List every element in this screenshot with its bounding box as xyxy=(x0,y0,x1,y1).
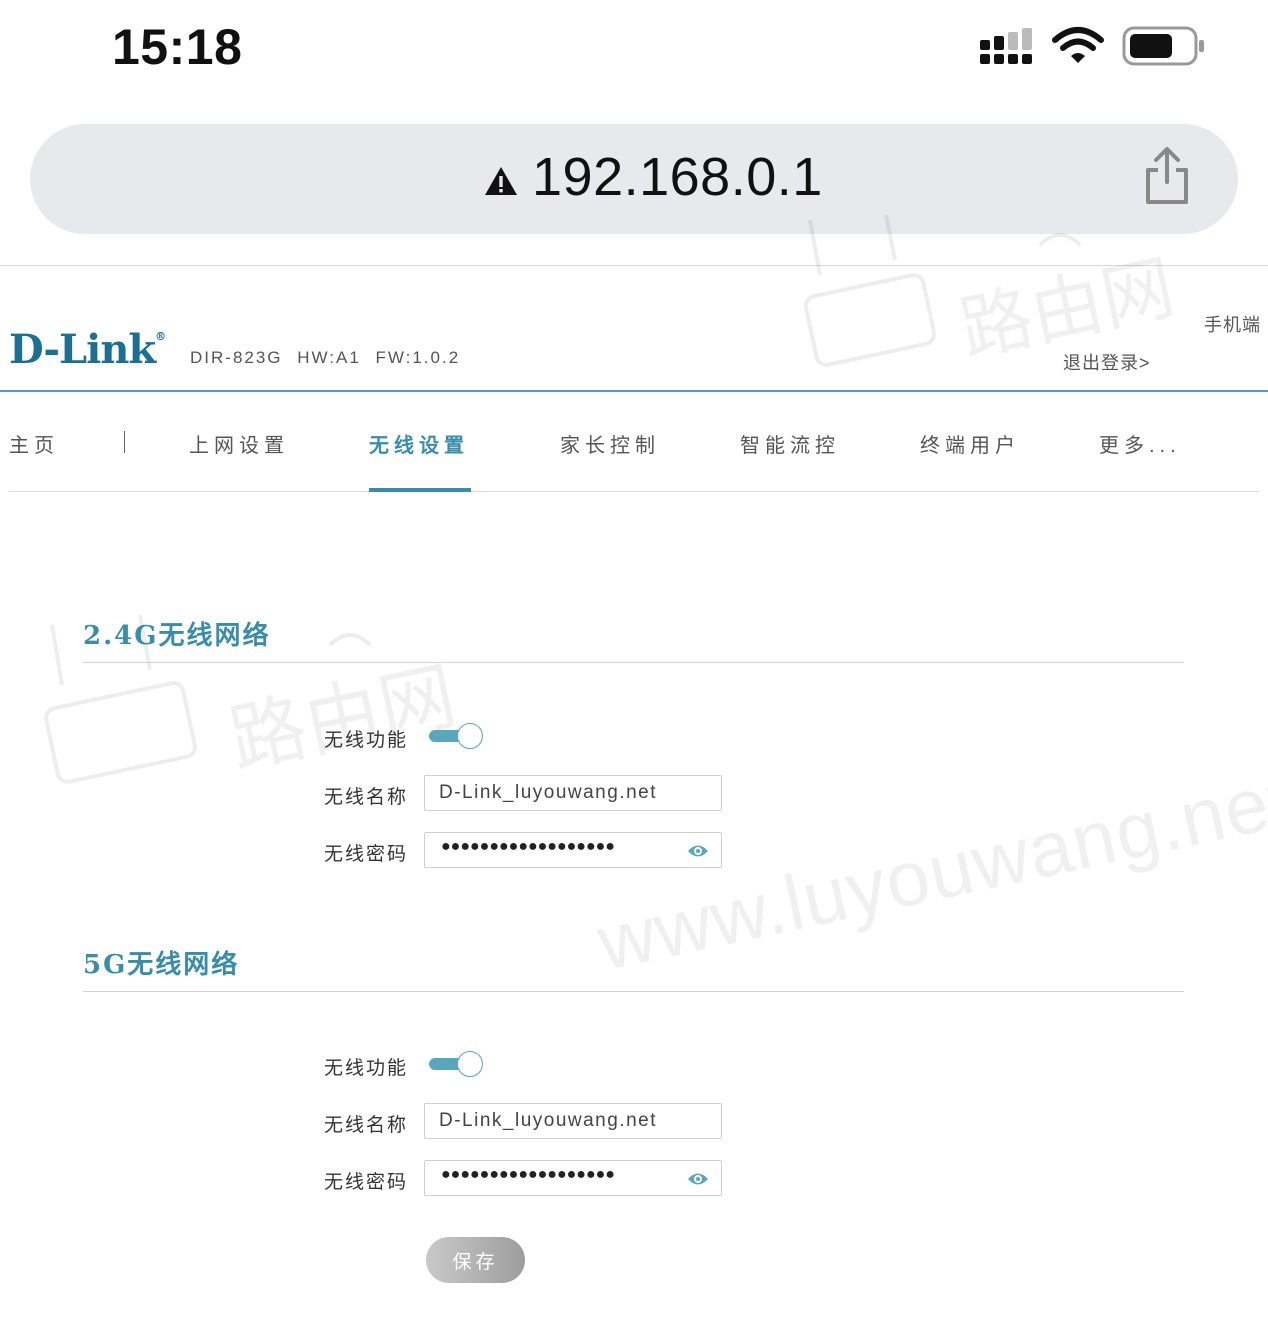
url-text[interactable]: 192.168.0.1 xyxy=(532,146,823,208)
wireless-enable-label-5g: 无线功能 xyxy=(324,1058,409,1079)
header-divider xyxy=(0,390,1268,392)
password-mask-24g: ●●●●●●●●●●●●●●●●●● xyxy=(441,838,615,855)
ssid-input-24g[interactable] xyxy=(424,775,722,811)
dlink-logo: D-Link® xyxy=(9,326,166,373)
ssid-label-24g: 无线名称 xyxy=(324,787,409,808)
save-button[interactable]: 保存 xyxy=(426,1237,525,1283)
nav-more[interactable]: 更多... xyxy=(1099,429,1181,458)
nav-internet-settings[interactable]: 上网设置 xyxy=(189,429,289,458)
nav-separator xyxy=(124,431,125,453)
password-label-5g: 无线密码 xyxy=(324,1172,409,1193)
cellular-signal-icon xyxy=(980,28,1032,64)
wireless-toggle-24g[interactable] xyxy=(427,722,483,750)
password-input-5g[interactable]: ●●●●●●●●●●●●●●●●●● xyxy=(424,1160,722,1196)
nav-wireless-settings[interactable]: 无线设置 xyxy=(369,429,469,458)
share-icon[interactable] xyxy=(1142,146,1192,206)
ssid-label-5g: 无线名称 xyxy=(324,1115,409,1136)
mobile-version-link[interactable]: 手机端 xyxy=(1204,311,1261,337)
nav-home[interactable]: 主页 xyxy=(9,429,59,458)
wireless-toggle-5g[interactable] xyxy=(427,1050,483,1078)
section-divider-5g xyxy=(83,991,1184,992)
section-divider-24g xyxy=(83,662,1184,663)
password-mask-5g: ●●●●●●●●●●●●●●●●●● xyxy=(441,1166,615,1183)
watermark-name-2: 路由网 xyxy=(222,651,464,785)
section-title-24g: 2.4G无线网络 xyxy=(83,621,271,651)
nav-divider xyxy=(9,491,1259,492)
nav-traffic-control[interactable]: 智能流控 xyxy=(740,429,840,458)
wireless-enable-label-24g: 无线功能 xyxy=(324,730,409,751)
warning-icon xyxy=(485,167,517,195)
browser-divider xyxy=(0,265,1268,266)
model-info: DIR-823G HW:A1 FW:1.0.2 xyxy=(190,348,461,367)
wifi-icon xyxy=(1052,27,1104,63)
show-password-eye-icon[interactable] xyxy=(687,1171,709,1187)
password-label-24g: 无线密码 xyxy=(324,844,409,865)
nav-parental-control[interactable]: 家长控制 xyxy=(560,429,660,458)
password-input-24g[interactable]: ●●●●●●●●●●●●●●●●●● xyxy=(424,832,722,868)
logout-link[interactable]: 退出登录> xyxy=(1063,349,1151,375)
status-time: 15:18 xyxy=(112,19,243,75)
ssid-input-5g[interactable] xyxy=(424,1103,722,1139)
show-password-eye-icon[interactable] xyxy=(687,843,709,859)
nav-active-indicator xyxy=(369,488,471,492)
nav-client-users[interactable]: 终端用户 xyxy=(920,429,1020,458)
battery-icon xyxy=(1122,26,1204,66)
section-title-5g: 5G无线网络 xyxy=(83,950,240,980)
